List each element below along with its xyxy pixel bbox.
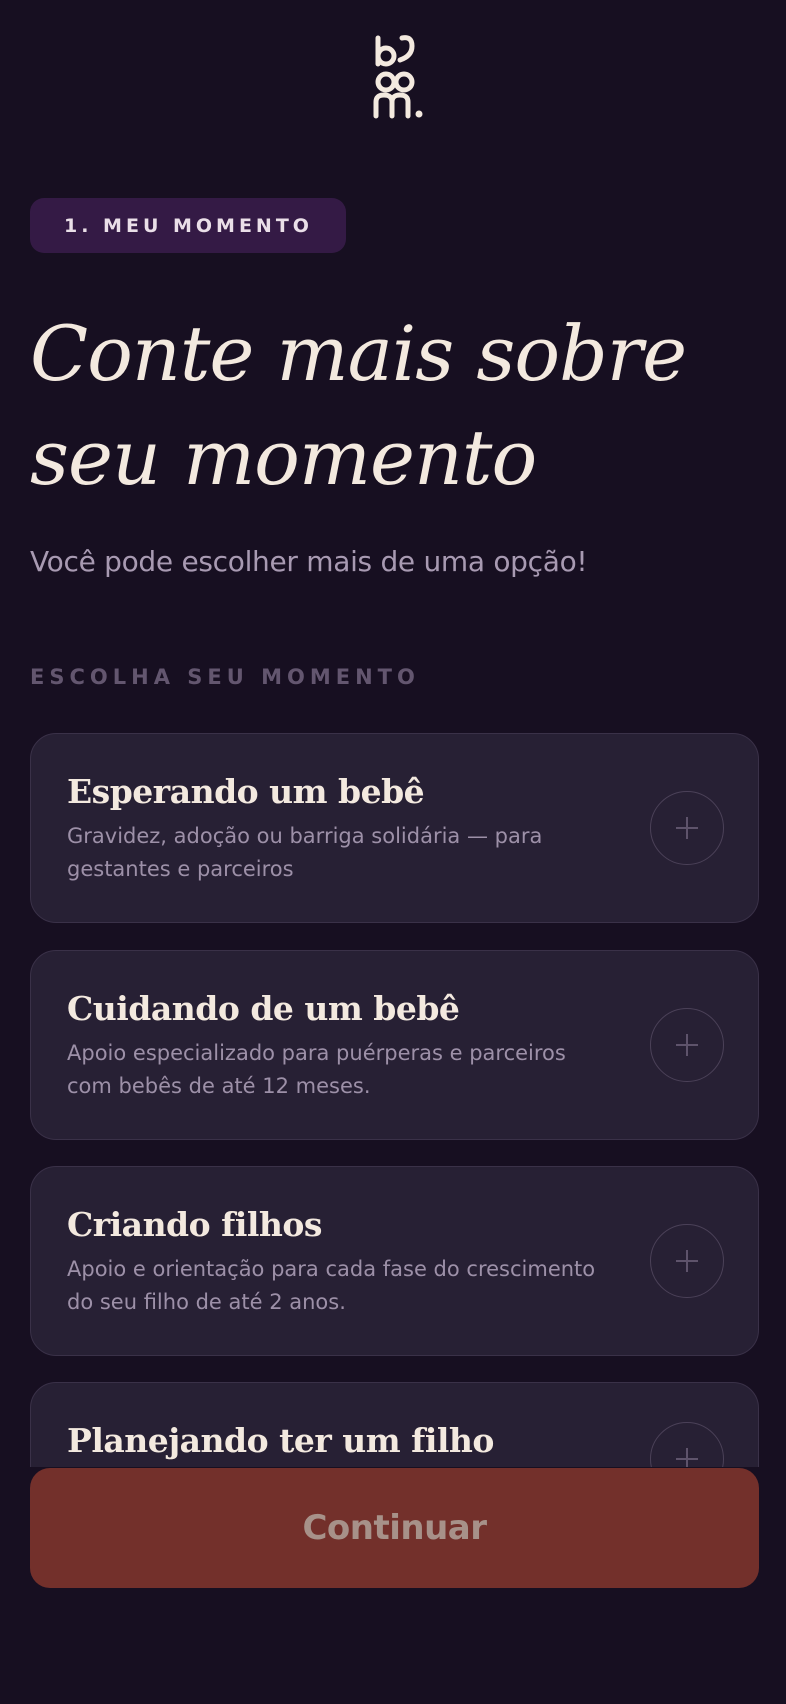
option-card-cuidando[interactable]: Cuidando de um bebê Apoio especializado … — [30, 950, 759, 1140]
option-description: Apoio especializado para puérperas e par… — [67, 1041, 566, 1098]
step-badge-label: 1. MEU MOMENTO — [64, 214, 313, 237]
add-option-toggle[interactable] — [650, 1422, 724, 1467]
option-card-planejando[interactable]: Planejando ter um filho — [30, 1382, 759, 1467]
option-title: Cuidando de um bebê — [67, 989, 460, 1028]
bloom-logo-icon — [372, 34, 426, 120]
plus-icon — [651, 792, 723, 864]
option-title: Esperando um bebê — [67, 772, 425, 811]
option-title: Planejando ter um filho — [67, 1421, 494, 1460]
add-option-toggle[interactable] — [650, 1008, 724, 1082]
option-title: Criando filhos — [67, 1205, 323, 1244]
page-subtitle: Você pode escolher mais de uma opção! — [30, 545, 588, 578]
page-title: Conte mais sobre seu momento — [30, 309, 687, 502]
continue-button[interactable]: Continuar — [30, 1468, 759, 1588]
options-list[interactable]: Esperando um bebê Gravidez, adoção ou ba… — [0, 730, 786, 1467]
add-option-toggle[interactable] — [650, 1224, 724, 1298]
option-card-esperando[interactable]: Esperando um bebê Gravidez, adoção ou ba… — [30, 733, 759, 923]
add-option-toggle[interactable] — [650, 791, 724, 865]
step-badge: 1. MEU MOMENTO — [30, 198, 346, 253]
plus-icon — [651, 1009, 723, 1081]
section-label: ESCOLHA SEU MOMENTO — [30, 665, 420, 689]
option-card-criando[interactable]: Criando filhos Apoio e orientação para c… — [30, 1166, 759, 1356]
option-description: Apoio e orientação para cada fase do cre… — [67, 1257, 596, 1314]
option-description: Gravidez, adoção ou barriga solidária — … — [67, 824, 543, 881]
plus-icon — [651, 1423, 723, 1467]
plus-icon — [651, 1225, 723, 1297]
